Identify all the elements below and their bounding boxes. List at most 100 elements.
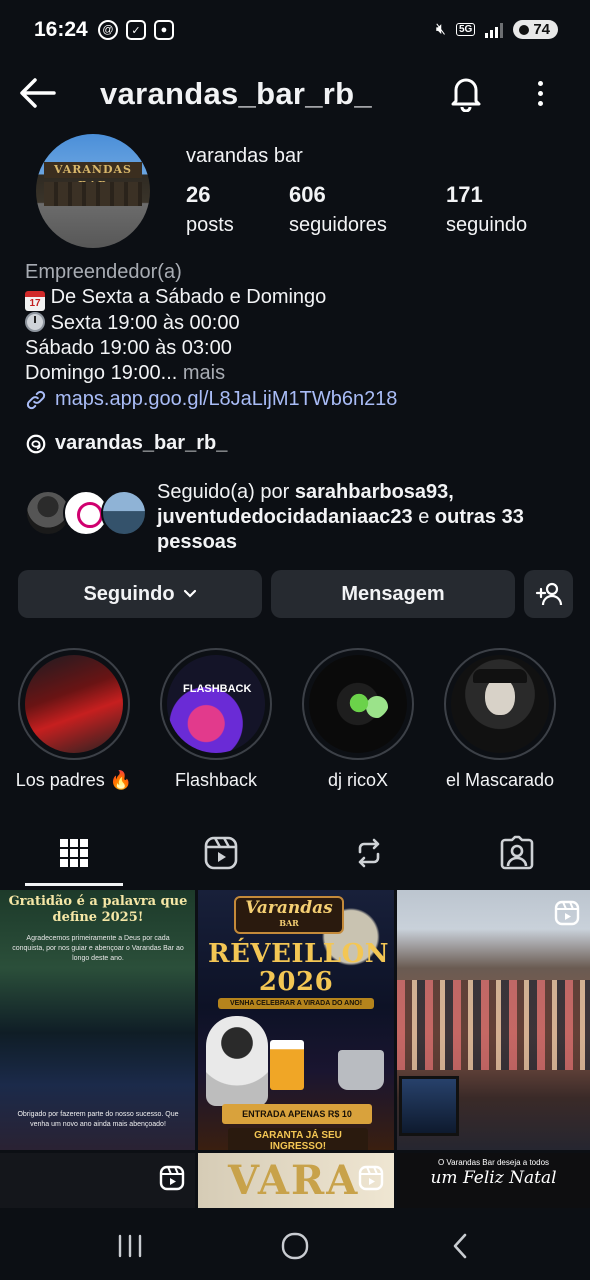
story-highlight[interactable]: Los padres 🔥 <box>16 648 132 791</box>
posts-count[interactable]: 26 posts <box>186 182 234 237</box>
suggested-users-button[interactable] <box>524 570 573 618</box>
crowd-photo <box>397 980 590 1070</box>
profile-tabs <box>0 820 590 888</box>
posts-count-value: 26 <box>186 182 211 207</box>
bio-line: Sexta 19:00 às 00:00 <box>25 311 575 336</box>
system-navigation-bar <box>0 1208 590 1280</box>
highlight-label: Flashback <box>174 770 258 790</box>
chevron-down-icon <box>183 589 196 598</box>
following-count-label: seguindo <box>446 214 528 236</box>
reel-badge-icon <box>159 1165 185 1191</box>
story-highlight[interactable]: dj ricoX <box>302 648 414 791</box>
post-thumbnail[interactable] <box>397 890 590 1150</box>
tab-reposts[interactable] <box>320 820 418 886</box>
following-count[interactable]: 171 seguindo <box>446 182 527 237</box>
back-button[interactable] <box>18 76 58 110</box>
story-highlight[interactable]: FLASHBACK Flashback <box>160 648 272 791</box>
reel-badge-icon <box>358 1165 384 1191</box>
bio-more-link[interactable]: mais <box>183 362 225 384</box>
following-button[interactable]: Seguindo <box>18 570 262 618</box>
system-back-button[interactable] <box>430 1226 490 1266</box>
check-notification-icon: ✓ <box>126 20 146 40</box>
post-text: O Varandas Bar deseja a todos um Feliz N… <box>430 1158 557 1188</box>
tab-tagged[interactable] <box>468 820 566 886</box>
followers-count-label: seguidores <box>289 214 387 236</box>
highlight-cover <box>451 655 549 753</box>
following-button-label: Seguindo <box>83 582 175 605</box>
followed-by[interactable]: Seguido(a) por sarahbarbosa93, juventude… <box>25 480 585 553</box>
status-bar: 16:24 @ ✓ ● 🔇︎ 5G 74 <box>0 0 590 62</box>
display-name: varandas bar <box>186 145 303 167</box>
post-thumbnail[interactable]: Gratidão é a palavra que define 2025! Ag… <box>0 890 195 1150</box>
battery-indicator: 74 <box>513 20 558 39</box>
profile-category: Empreendedor(a) <box>25 261 182 283</box>
highlight-cover <box>309 655 407 753</box>
following-count-value: 171 <box>446 182 483 207</box>
status-notification-icons: @ ✓ ● <box>98 20 174 40</box>
signal-icon <box>485 22 504 38</box>
profile-link-text: maps.app.goo.gl/L8JaLijM1TWb6n218 <box>55 388 398 410</box>
status-time: 16:24 <box>34 18 88 41</box>
active-tab-indicator <box>25 883 123 886</box>
threads-notification-icon: @ <box>98 20 118 40</box>
recent-apps-icon <box>118 1234 142 1258</box>
tab-reels[interactable] <box>172 820 270 886</box>
post-thumbnail[interactable]: Varandas BAR RÉVEILLON 2026 VENHA CELEBR… <box>198 890 394 1150</box>
posts-count-label: posts <box>186 214 234 236</box>
threads-badge[interactable]: varandas_bar_rb_ <box>25 432 227 455</box>
threads-handle: varandas_bar_rb_ <box>55 432 228 454</box>
mute-icon: 🔇︎ <box>435 20 446 38</box>
clock-icon <box>25 312 45 332</box>
highlight-label: Los padres 🔥 <box>15 770 133 790</box>
tagged-icon <box>500 835 534 870</box>
post-title: Gratidão é a palavra que define 2025! <box>8 894 188 925</box>
more-vertical-icon <box>537 80 543 86</box>
followers-count[interactable]: 606 seguidores <box>289 182 387 237</box>
bucket-illustration <box>338 1050 384 1090</box>
highlight-label: dj ricoX <box>327 770 389 790</box>
followers-count-value: 606 <box>289 182 326 207</box>
network-badge: 5G <box>455 23 476 36</box>
post-subtitle: VENHA CELEBRAR A VIRADA DO ANO! <box>218 998 374 1009</box>
highlight-cover-text: FLASHBACK <box>183 683 252 695</box>
post-thumbnail[interactable] <box>0 1153 195 1208</box>
threads-icon <box>26 434 46 453</box>
page-title-username: varandas_bar_rb_ <box>100 76 372 111</box>
add-user-icon <box>535 582 562 606</box>
profile-link[interactable]: maps.app.goo.gl/L8JaLijM1TWb6n218 <box>25 388 397 411</box>
back-arrow-icon <box>20 78 56 108</box>
story-highlight[interactable]: el Mascarado <box>444 648 556 791</box>
reels-icon <box>204 836 238 870</box>
post-body: Agradecemos primeiramente a Deus por cad… <box>12 935 184 962</box>
chevron-left-icon <box>453 1233 467 1259</box>
reel-badge-icon <box>554 900 580 926</box>
notifications-button[interactable] <box>448 74 484 113</box>
highlight-cover: FLASHBACK <box>167 655 265 753</box>
post-thumbnail[interactable]: VARA <box>198 1153 394 1208</box>
bio-line: Sábado 19:00 às 03:00 <box>25 337 232 359</box>
post-thumbnail[interactable]: O Varandas Bar deseja a todos um Feliz N… <box>397 1153 590 1208</box>
recent-apps-button[interactable] <box>100 1226 160 1266</box>
more-options-button[interactable] <box>528 76 552 110</box>
avatar-sign-text: VARANDAS BAR <box>44 162 142 192</box>
bell-icon <box>451 78 481 113</box>
monitor-photo <box>399 1076 459 1136</box>
reposts-icon <box>358 838 380 868</box>
home-button[interactable] <box>265 1226 325 1266</box>
post-brand: Varandas BAR <box>234 896 344 934</box>
profile-avatar[interactable]: VARANDAS BAR <box>36 134 150 248</box>
message-button[interactable]: Mensagem <box>271 570 515 618</box>
profile-header: varandas_bar_rb_ <box>0 62 590 124</box>
home-circle-icon <box>281 1232 309 1260</box>
followed-by-text: Seguido(a) por sarahbarbosa93, juventude… <box>157 481 524 553</box>
link-icon <box>26 390 46 409</box>
grid-icon <box>60 839 88 867</box>
follower-avatar <box>101 490 147 536</box>
message-button-label: Mensagem <box>341 582 445 605</box>
highlight-label: el Mascarado <box>445 770 555 790</box>
post-cta: GARANTA JÁ SEU INGRESSO! <box>228 1128 368 1150</box>
tab-posts-grid[interactable] <box>25 820 123 886</box>
post-footer: Obrigado por fazerem parte do nosso suce… <box>17 1111 179 1128</box>
media-notification-icon: ● <box>154 20 174 40</box>
post-text: VARA <box>228 1157 360 1204</box>
